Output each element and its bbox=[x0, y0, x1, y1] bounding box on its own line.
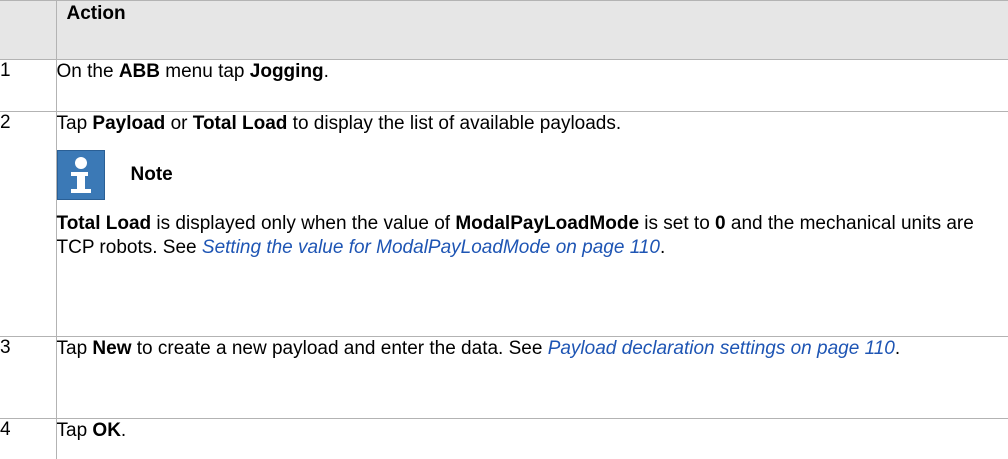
step-text: Tap New to create a new payload and ente… bbox=[56, 337, 1008, 419]
text-run: . bbox=[324, 61, 329, 82]
bold-term: Total Load bbox=[193, 113, 288, 134]
text-run: is set to bbox=[639, 213, 715, 234]
bold-term: Jogging bbox=[250, 61, 324, 82]
text-run: to display the list of available payload… bbox=[287, 113, 621, 134]
step-number: 2 bbox=[0, 112, 56, 337]
text-run: . bbox=[895, 338, 900, 359]
text-run: to create a new payload and enter the da… bbox=[132, 338, 548, 359]
bold-term: 0 bbox=[715, 213, 726, 234]
info-icon bbox=[57, 150, 105, 200]
step-number: 4 bbox=[0, 419, 56, 459]
note-label: Note bbox=[131, 163, 173, 187]
step-text: On the ABB menu tap Jogging. bbox=[56, 60, 1008, 112]
table-row: 4 Tap OK. bbox=[0, 419, 1008, 459]
step-number: 3 bbox=[0, 337, 56, 419]
text-run: Tap bbox=[57, 338, 93, 359]
text-run: menu tap bbox=[160, 61, 250, 82]
text-run: is displayed only when the value of bbox=[151, 213, 455, 234]
table-row: 2 Tap Payload or Total Load to display t… bbox=[0, 112, 1008, 337]
text-run: Tap bbox=[57, 420, 93, 441]
text-run: . bbox=[121, 420, 126, 441]
cross-reference-link[interactable]: Payload declaration settings on page 110 bbox=[548, 338, 895, 359]
bold-term: New bbox=[92, 338, 131, 359]
step-text: Tap Payload or Total Load to display the… bbox=[56, 112, 1008, 337]
step-text: Tap OK. bbox=[56, 419, 1008, 459]
bold-term: ABB bbox=[119, 61, 160, 82]
step-number: 1 bbox=[0, 60, 56, 112]
bold-term: OK bbox=[92, 420, 121, 441]
table-row: 3 Tap New to create a new payload and en… bbox=[0, 337, 1008, 419]
text-run: . bbox=[660, 237, 665, 258]
bold-term: Total Load bbox=[57, 213, 152, 234]
table-row: 1 On the ABB menu tap Jogging. bbox=[0, 60, 1008, 112]
text-run: Tap bbox=[57, 113, 93, 134]
text-run: On the bbox=[57, 61, 119, 82]
note-callout: Note bbox=[57, 150, 1008, 200]
procedure-table: Action 1 On the ABB menu tap Jogging. 2 … bbox=[0, 0, 1008, 459]
table-header-row: Action bbox=[0, 1, 1008, 60]
action-header: Action bbox=[56, 1, 1008, 60]
info-glyph bbox=[66, 155, 96, 195]
bold-term: ModalPayLoadMode bbox=[455, 213, 639, 234]
note-text: Total Load is displayed only when the va… bbox=[57, 212, 1008, 260]
cross-reference-link[interactable]: Setting the value for ModalPayLoadMode o… bbox=[202, 237, 660, 258]
step-number-header bbox=[0, 1, 56, 60]
text-run: or bbox=[165, 113, 192, 134]
step-instruction: Tap Payload or Total Load to display the… bbox=[57, 112, 1008, 136]
bold-term: Payload bbox=[92, 113, 165, 134]
